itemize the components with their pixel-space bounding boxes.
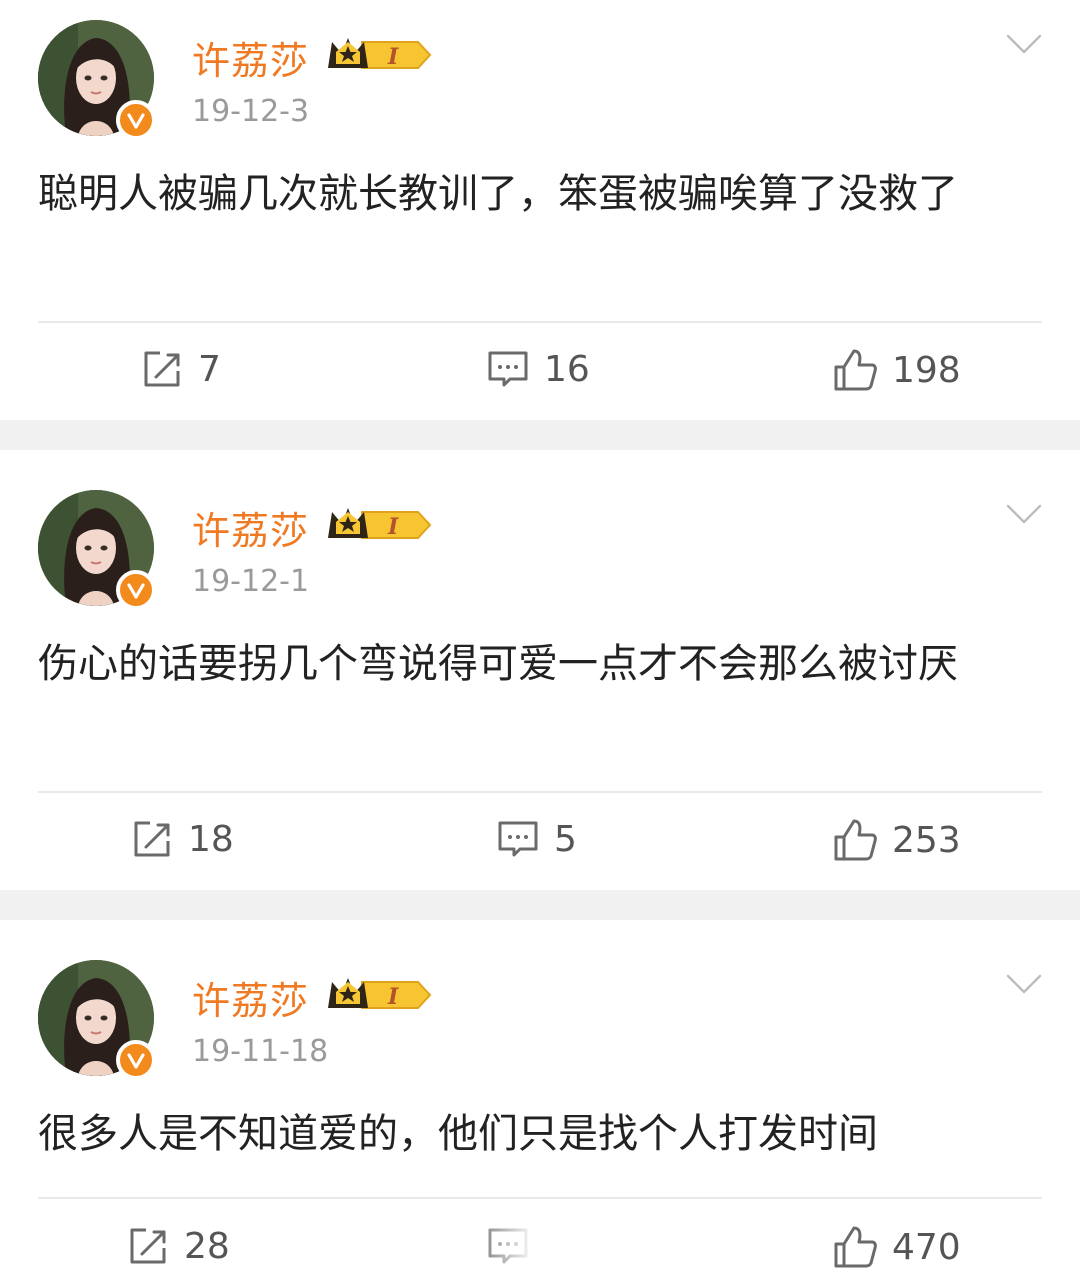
like-button[interactable]: 253 [832,817,961,863]
divider [38,1197,1042,1199]
avatar[interactable] [38,20,156,140]
like-icon [834,819,877,861]
chevron-down-icon[interactable] [1004,500,1044,530]
comment-count: 5 [554,818,577,860]
username[interactable]: 许荔莎 [192,500,309,555]
chevron-down-icon[interactable] [1004,970,1044,1000]
crown-vip-icon[interactable]: I [326,34,432,76]
repost-button[interactable]: 7 [140,347,221,391]
vip-level: I [387,514,399,540]
post-date: 19-11-18 [192,1034,329,1069]
divider [38,791,1042,793]
action-bar: 7 16 198 [0,325,1080,415]
comment-count: 16 [544,348,590,390]
watermark-overlay [470,1218,670,1280]
comment-button[interactable]: 5 [496,817,577,861]
verified-icon [116,100,156,140]
crown-vip-icon[interactable]: I [326,504,432,546]
chevron-down-icon[interactable] [1004,30,1044,60]
repost-count: 18 [188,818,234,860]
repost-count: 7 [198,348,221,390]
post-content[interactable]: 很多人是不知道爱的，他们只是找个人打发时间 [38,1102,1018,1166]
like-icon [834,1226,877,1268]
username[interactable]: 许荔莎 [192,30,309,85]
post-card: 许荔莎 I 19-12-1 伤心的话要拐几个弯说得可爱一点才不会那么被讨厌 18 [0,450,1080,890]
vip-level: I [387,44,399,70]
repost-count: 28 [184,1225,230,1267]
like-button[interactable]: 470 [832,1224,961,1270]
weibo-feed: 许荔莎 I 19-12-3 聪明人被骗几次就长教训了，笨蛋被骗唉算了没救了 7 [0,0,1080,1280]
like-button[interactable]: 198 [832,347,961,393]
comment-icon [488,351,528,387]
divider [38,321,1042,323]
like-count: 470 [892,1226,961,1268]
comment-button[interactable]: 16 [486,347,590,391]
post-date: 19-12-1 [192,564,310,599]
repost-icon [134,821,170,857]
like-count: 198 [892,349,961,391]
comment-icon [498,821,538,857]
post-date: 19-12-3 [192,94,310,129]
avatar[interactable] [38,490,156,610]
verified-icon [116,570,156,610]
vip-level: I [387,984,399,1010]
like-count: 253 [892,819,961,861]
action-bar: 18 5 253 [0,795,1080,885]
repost-icon [144,351,180,387]
post-card: 许荔莎 I 19-12-3 聪明人被骗几次就长教训了，笨蛋被骗唉算了没救了 7 [0,0,1080,420]
repost-button[interactable]: 18 [130,817,234,861]
username[interactable]: 许荔莎 [192,970,309,1025]
post-content[interactable]: 聪明人被骗几次就长教训了，笨蛋被骗唉算了没救了 [38,162,1018,226]
avatar[interactable] [38,960,156,1080]
verified-icon [116,1040,156,1080]
repost-icon [130,1228,166,1264]
post-content[interactable]: 伤心的话要拐几个弯说得可爱一点才不会那么被讨厌 [38,632,1018,696]
repost-button[interactable]: 28 [126,1224,230,1268]
like-icon [834,349,877,391]
crown-vip-icon[interactable]: I [326,974,432,1016]
